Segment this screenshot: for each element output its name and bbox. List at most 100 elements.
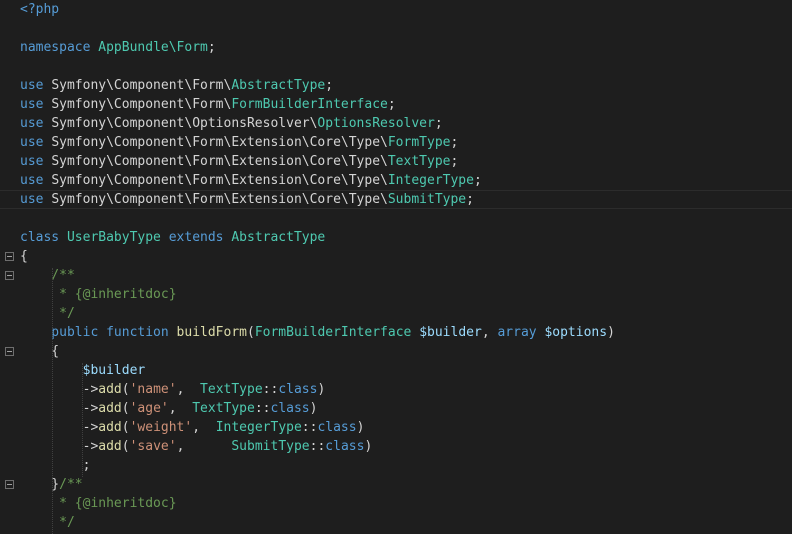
code-token: buildForm [176,325,247,340]
code-token: -> [20,420,99,435]
code-line[interactable]: namespace AppBundle\Form; [0,38,792,57]
code-line[interactable]: * {@inheritdoc} [0,285,792,304]
code-token: ; [450,135,459,150]
code-token: Symfony\Component\OptionsResolver\ [51,116,318,131]
code-token: use [20,78,52,93]
code-line[interactable]: { [0,247,792,266]
code-line[interactable] [0,209,792,228]
code-text: ->add('weight', IntegerType::class) [20,418,365,437]
code-editor[interactable]: <?php namespace AppBundle\Form; use Symfon… [0,0,792,534]
code-token: add [98,420,122,435]
code-token: class [325,439,365,454]
code-token: { [20,249,28,264]
fold-toggle-icon[interactable] [5,347,14,356]
code-token: /** [59,477,83,492]
code-token: AbstractType [231,230,326,245]
indent-guide [82,363,83,477]
code-token: 'save' [129,439,177,454]
code-line[interactable] [0,57,792,76]
code-line[interactable]: /** [0,266,792,285]
code-text: */ [20,304,75,323]
code-text: ->add('save', SubmitType::class) [20,437,373,456]
code-token: namespace [20,40,99,55]
code-token: IntegerType [215,420,302,435]
code-token: public [20,325,107,340]
code-line[interactable] [0,19,792,38]
code-token: ) [364,439,373,454]
code-token: IntegerType [387,173,474,188]
fold-toggle-icon[interactable] [5,252,14,261]
code-text: use Symfony\Component\Form\Extension\Cor… [20,152,458,171]
code-token: 'name' [129,382,177,397]
code-token: TextType [387,154,451,169]
code-text: public function buildForm(FormBuilderInt… [20,323,615,342]
code-token: , [168,401,193,416]
code-token: add [98,439,122,454]
code-token: ; [466,192,474,207]
code-token: add [98,401,122,416]
code-text: <?php [20,0,59,19]
code-text: ->add('age', TextType::class) [20,399,318,418]
code-token: 'age' [129,401,169,416]
code-token: 'weight' [129,420,193,435]
code-line[interactable]: */ [0,304,792,323]
code-line[interactable]: use Symfony\Component\OptionsResolver\Op… [0,114,792,133]
code-line[interactable]: */ [0,513,792,532]
code-line[interactable]: public function buildForm(FormBuilderInt… [0,323,792,342]
code-line[interactable]: ->add('name', TextType::class) [0,380,792,399]
code-token: :: [262,382,279,397]
code-line[interactable]: use Symfony\Component\Form\FormBuilderIn… [0,95,792,114]
code-text: */ [20,513,75,532]
code-token: } [20,477,60,492]
code-token: , [176,382,201,397]
code-text: ->add('name', TextType::class) [20,380,326,399]
code-token: */ [20,515,75,530]
code-line[interactable]: { [0,342,792,361]
code-token: ; [20,458,91,473]
code-token: class [317,420,357,435]
code-line[interactable]: use Symfony\Component\Form\Extension\Cor… [0,152,792,171]
code-line[interactable]: ->add('weight', IntegerType::class) [0,418,792,437]
code-token: * {@inheritdoc} [20,496,177,511]
code-token: OptionsResolver [317,116,435,131]
code-token: Symfony\Component\Form\Extension\Core\Ty… [51,173,388,188]
code-token: Symfony\Component\Form\Extension\Core\Ty… [51,192,388,207]
code-token: Symfony\Component\Form\ [51,97,232,112]
code-line[interactable]: $builder [0,361,792,380]
code-line[interactable]: ->add('age', TextType::class) [0,399,792,418]
code-token: :: [309,439,326,454]
code-line[interactable]: class UserBabyType extends AbstractType [0,228,792,247]
code-token: class [278,382,318,397]
code-token: , [192,420,216,435]
code-token: ) [317,382,326,397]
code-line[interactable]: ; [0,456,792,475]
code-token: $options [544,325,608,340]
code-token: :: [254,401,271,416]
code-token: :: [301,420,318,435]
code-line[interactable]: <?php [0,0,792,19]
code-token: ; [325,78,334,93]
code-token: ) [309,401,318,416]
code-token: , [176,439,232,454]
code-token: class [20,230,67,245]
fold-toggle-icon[interactable] [5,480,14,489]
code-line[interactable]: use Symfony\Component\Form\AbstractType; [0,76,792,95]
fold-toggle-icon[interactable] [5,271,14,280]
code-line[interactable]: }/** [0,475,792,494]
code-line[interactable]: * {@inheritdoc} [0,494,792,513]
code-text: use Symfony\Component\OptionsResolver\Op… [20,114,443,133]
code-token: Symfony\Component\Form\Extension\Core\Ty… [51,135,388,150]
code-token: -> [20,382,99,397]
code-token: function [106,325,177,340]
code-token: FormType [387,135,451,150]
code-token: ( [121,439,130,454]
code-token: use [20,173,52,188]
code-line[interactable]: ->add('save', SubmitType::class) [0,437,792,456]
code-text: class UserBabyType extends AbstractType [20,228,325,247]
code-text: ; [20,456,91,475]
code-line[interactable]: use Symfony\Component\Form\Extension\Cor… [0,171,792,190]
code-text: namespace AppBundle\Form; [20,38,216,57]
code-line[interactable]: use Symfony\Component\Form\Extension\Cor… [0,190,792,209]
code-line[interactable]: use Symfony\Component\Form\Extension\Cor… [0,133,792,152]
code-text: use Symfony\Component\Form\Extension\Cor… [20,133,458,152]
